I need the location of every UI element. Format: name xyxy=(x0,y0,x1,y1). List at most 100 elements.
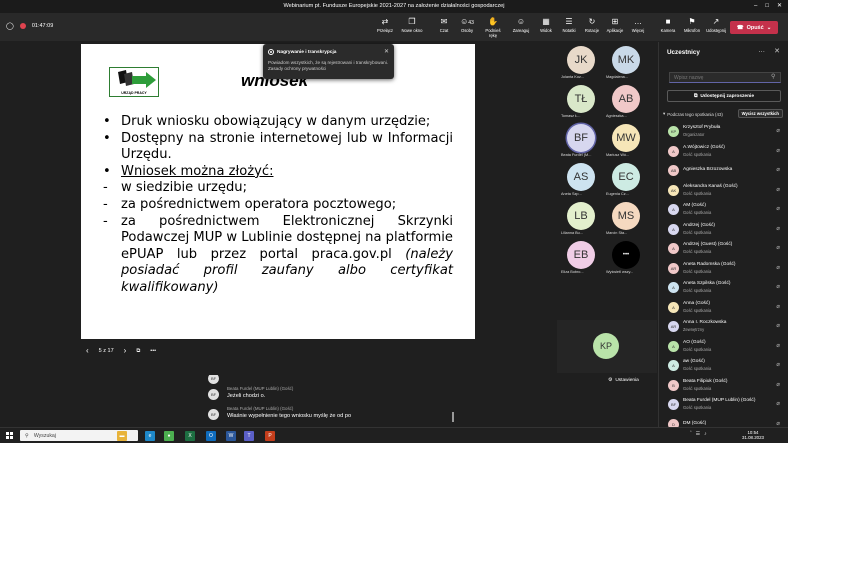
tile-name: Marcin Sta... xyxy=(606,231,628,235)
mic-off-icon[interactable]: ⌀ xyxy=(776,322,780,329)
mic-off-icon[interactable]: ⌀ xyxy=(776,244,780,251)
participant-row[interactable]: A AO (Gość) Gość spotkania ⌀ xyxy=(659,337,788,357)
captions-scrollbar[interactable] xyxy=(452,412,454,422)
more-options-icon[interactable]: … xyxy=(758,47,765,55)
toolbar-new-window-button[interactable]: ❐ Nowe okno xyxy=(400,16,424,33)
video-tile[interactable]: MW Mariusz Wó... xyxy=(602,120,650,160)
toolbar-chat-button[interactable]: ✉ Czat xyxy=(432,16,456,33)
mic-off-icon[interactable]: ⌀ xyxy=(776,147,780,154)
react-icon: ☺ xyxy=(516,17,526,26)
tile-name: Jolanta Koz... xyxy=(561,75,585,79)
participant-search-input[interactable] xyxy=(669,72,781,83)
video-tile[interactable]: EC Eugenia Cz... xyxy=(602,159,650,199)
participant-row[interactable]: Aaw (Gość) Gość spotkania ⌀ xyxy=(659,356,788,376)
edge-icon[interactable]: e xyxy=(145,431,155,441)
mic-off-icon[interactable]: ⌀ xyxy=(776,400,780,407)
excel-icon[interactable]: X xyxy=(185,431,195,441)
video-tile[interactable]: JK Jolanta Koz... xyxy=(557,42,605,82)
video-tile[interactable]: BF Beata Furdel (M... xyxy=(557,120,605,160)
toolbar-view-button[interactable]: ▦ Widok xyxy=(534,16,558,33)
minimize-icon[interactable]: – xyxy=(754,0,757,13)
mic-off-icon[interactable]: ⌀ xyxy=(776,283,780,290)
chevron-up-icon[interactable]: ˆ xyxy=(690,431,692,437)
toolbar-share-button[interactable]: ↗ Udostępnij xyxy=(704,16,728,33)
video-tile[interactable]: EB Eliza Bobro... xyxy=(557,237,605,277)
teams-icon[interactable]: T xyxy=(244,431,254,441)
video-tile[interactable]: AS Aneta Szp... xyxy=(557,159,605,199)
file-explorer-icon[interactable]: ▬ xyxy=(117,431,127,441)
caption-speaker: Beata Furdel (MUP Lublin) (Gość) xyxy=(227,386,294,391)
mic-off-icon[interactable]: ⌀ xyxy=(776,264,780,271)
video-tile[interactable]: LB Lilianna Bu... xyxy=(557,198,605,238)
mic-off-icon[interactable]: ⌀ xyxy=(776,225,780,232)
next-slide-button[interactable]: › xyxy=(124,347,127,355)
tile-name: Wyświetl wszy... xyxy=(606,270,634,274)
participant-row[interactable]: A A.Wójtowicz (Gość) Gość spotkania ⌀ xyxy=(659,142,788,162)
close-icon[interactable]: ✕ xyxy=(777,0,782,13)
toolbar-apps-button[interactable]: ⊞ Aplikacje xyxy=(603,16,627,33)
toolbar-more-button[interactable]: … Więcej xyxy=(626,16,650,33)
participant-row[interactable]: BF Beata Furdel (MUP Lublin) (Gość) Gość s… xyxy=(659,395,788,415)
mic-off-icon[interactable]: ⌀ xyxy=(776,186,780,193)
previous-slide-button[interactable]: ‹ xyxy=(86,347,89,355)
participant-role: Gość spotkania xyxy=(683,366,712,371)
word-icon[interactable]: W xyxy=(226,431,236,441)
mute-all-button[interactable]: Wycisz wszystkich xyxy=(737,109,783,118)
mic-off-icon[interactable]: ⌀ xyxy=(776,381,780,388)
participant-row[interactable]: AB Agnieszka Brzozowska ⌀ xyxy=(659,161,788,181)
toolbar-mic-button[interactable]: ⚑ Mikrofon xyxy=(680,16,704,33)
participant-role: Gość spotkania xyxy=(683,346,712,352)
tile-name: Beata Furdel (M... xyxy=(561,153,592,157)
video-tile[interactable]: MK Magdalena... xyxy=(602,42,650,82)
mic-off-icon[interactable]: ⌀ xyxy=(776,342,780,349)
participant-row[interactable]: A Aneta Szpilska (Gość) Gość spotkania ⌀ xyxy=(659,278,788,298)
toolbar-notes-button[interactable]: ☰ Notatki xyxy=(557,16,581,33)
toolbar-rotate-button[interactable]: ↻ Rotacje xyxy=(580,16,604,33)
participant-row[interactable]: AR Aneta Radomska (Gość) Gość spotkania ⌀ xyxy=(659,259,788,279)
close-icon[interactable]: ✕ xyxy=(384,48,389,55)
avatar: EC xyxy=(612,163,640,191)
outlook-icon[interactable]: O xyxy=(206,431,216,441)
more-options-icon[interactable]: ••• xyxy=(150,348,156,354)
participant-row[interactable]: A Andrzej (Gość) Gość spotkania ⌀ xyxy=(659,220,788,240)
share-invite-button[interactable]: ⧉ Udostępnij zaproszenie xyxy=(667,90,781,102)
mic-off-icon[interactable]: ⌀ xyxy=(776,166,780,173)
toolbar-raise-hand-button[interactable]: ✋ Podnieś rękę xyxy=(481,16,505,38)
video-tile[interactable]: MS Marcin Sta... xyxy=(602,198,650,238)
maximize-icon[interactable]: □ xyxy=(765,0,769,13)
video-tile[interactable]: ••• Wyświetl wszy... xyxy=(602,237,650,277)
participant-row[interactable]: A AM (Gość) Gość spotkania ⌀ xyxy=(659,200,788,220)
mic-off-icon[interactable]: ⌀ xyxy=(776,127,780,134)
mic-off-icon[interactable]: ⌀ xyxy=(776,361,780,368)
toolbar-camera-button[interactable]: ■ Kamera xyxy=(656,16,680,33)
slide-bullet: - xyxy=(103,213,108,229)
avatar: AR xyxy=(668,321,679,332)
toolbar-switch-button[interactable]: ⇄ Przełącz xyxy=(373,16,397,33)
share-icon: ⧉ xyxy=(693,94,698,99)
mic-off-icon[interactable]: ⌀ xyxy=(776,303,780,310)
participant-row[interactable]: AR Anna I. Roczkowska Zewnętrzny ⌀ xyxy=(659,317,788,337)
participant-row[interactable]: B Beata Filipiuk (Gość) Gość spotkania ⌀ xyxy=(659,376,788,396)
in-meeting-section[interactable]: ▾ Podczas tego spotkania (43) Wycisz wsz… xyxy=(663,109,785,119)
powerpoint-icon[interactable]: P xyxy=(265,431,275,441)
toolbar-people-button[interactable]: ☺43 Osoby xyxy=(455,16,479,33)
caption-settings-button[interactable]: ⚙ Ustawienia xyxy=(608,378,639,383)
volume-icon[interactable]: ♪ xyxy=(704,431,707,437)
participant-row[interactable]: AK Aleksandra Kanaś (Gość) Gość spotkania ⌀ xyxy=(659,181,788,201)
video-tile[interactable]: TŁ Tomasz Ł... xyxy=(557,81,605,121)
slide-item-text: za pośrednictwem operatora pocztowego; xyxy=(121,197,453,214)
grid-view-icon[interactable]: ⧉ xyxy=(136,348,140,355)
participant-row[interactable]: A Andrzej (Guest) (Gość) Gość spotkania ⌀ xyxy=(659,239,788,259)
close-icon[interactable]: ✕ xyxy=(774,47,780,55)
participant-row[interactable]: A Anna (Gość) Gość spotkania ⌀ xyxy=(659,298,788,318)
toolbar-react-button[interactable]: ☺ Zareaguj xyxy=(509,16,533,33)
leave-button[interactable]: ☎ Opuść ⌄ xyxy=(730,21,778,34)
mic-off-icon[interactable]: ⌀ xyxy=(776,205,780,212)
network-icon[interactable]: ☰ xyxy=(696,431,700,437)
chrome-icon[interactable]: ● xyxy=(164,431,174,441)
windows-start-icon[interactable] xyxy=(6,432,13,439)
mic-off-icon[interactable]: ⌀ xyxy=(776,420,780,427)
taskbar-clock[interactable]: 10:54 31.08.2023 xyxy=(742,430,764,440)
participant-row[interactable]: KP Krzysztof Prybuła Organizator ⌀ xyxy=(659,122,788,142)
video-tile[interactable]: AB Agnieszka... xyxy=(602,81,650,121)
